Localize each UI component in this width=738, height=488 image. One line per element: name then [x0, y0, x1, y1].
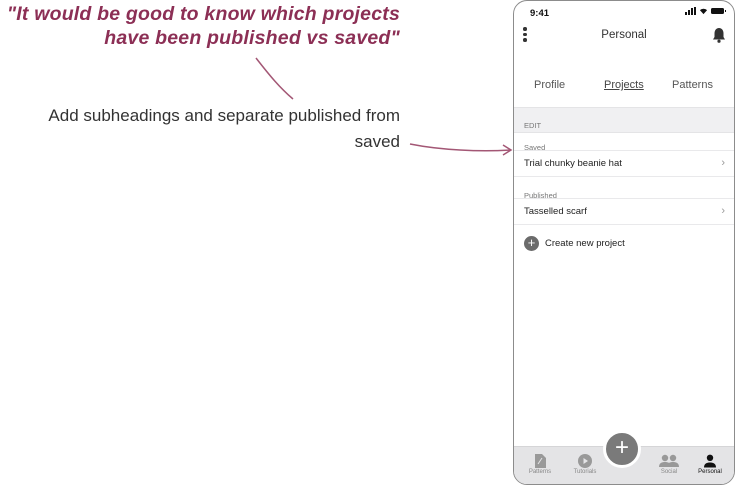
create-new-project-button[interactable]: + Create new project [514, 225, 734, 255]
list-item-label: Tasselled scarf [524, 206, 587, 217]
section-heading-saved: Saved [514, 133, 734, 152]
status-bar: 9:41 [514, 1, 734, 23]
add-fab-button[interactable]: + [603, 430, 641, 468]
nav-label: Patterns [528, 469, 552, 475]
people-icon [659, 454, 679, 467]
nav-label: Social [660, 469, 678, 475]
bell-icon[interactable] [712, 27, 726, 43]
battery-icon [711, 8, 726, 14]
tab-bar: Profile Projects Patterns [514, 79, 734, 95]
nav-item-tutorials[interactable]: Tutorials [565, 453, 605, 475]
app-header: Personal [514, 23, 734, 49]
phone-frame: 9:41 Personal Profile Projects Patterns … [513, 0, 735, 485]
create-new-project-label: Create new project [545, 238, 625, 249]
chevron-right-icon: › [721, 157, 725, 169]
note-arrow-line [409, 143, 511, 152]
nav-item-personal[interactable]: Personal [690, 453, 730, 475]
page-title: Personal [601, 29, 647, 41]
list-item-published-project[interactable]: Tasselled scarf › [514, 199, 734, 225]
nav-label: Personal [698, 469, 722, 475]
tab-projects[interactable]: Projects [604, 79, 644, 91]
status-time: 9:41 [530, 8, 550, 19]
wifi-icon [699, 8, 708, 15]
plus-icon: + [614, 434, 629, 461]
tab-profile[interactable]: Profile [534, 79, 565, 91]
quote-connector-line [255, 57, 294, 100]
nav-item-patterns[interactable]: Patterns [520, 453, 560, 475]
edit-label[interactable]: EDIT [524, 121, 541, 130]
edit-bar[interactable]: EDIT [514, 107, 734, 133]
chevron-right-icon: › [721, 205, 725, 217]
nav-label: Tutorials [573, 469, 597, 475]
section-heading-published: Published [514, 181, 734, 200]
person-icon [704, 454, 716, 468]
projects-list: EDIT Saved Trial chunky beanie hat › Pub… [514, 107, 734, 446]
signal-icon [685, 7, 696, 15]
plus-circle-icon: + [524, 236, 539, 251]
document-icon [534, 454, 546, 468]
bottom-nav: Patterns Tutorials + Social Personal [514, 430, 734, 484]
list-item-saved-project[interactable]: Trial chunky beanie hat › [514, 151, 734, 177]
list-item-label: Trial chunky beanie hat [524, 158, 622, 169]
nav-item-social[interactable]: Social [649, 453, 689, 475]
tab-patterns[interactable]: Patterns [672, 79, 713, 91]
play-icon [578, 454, 592, 468]
